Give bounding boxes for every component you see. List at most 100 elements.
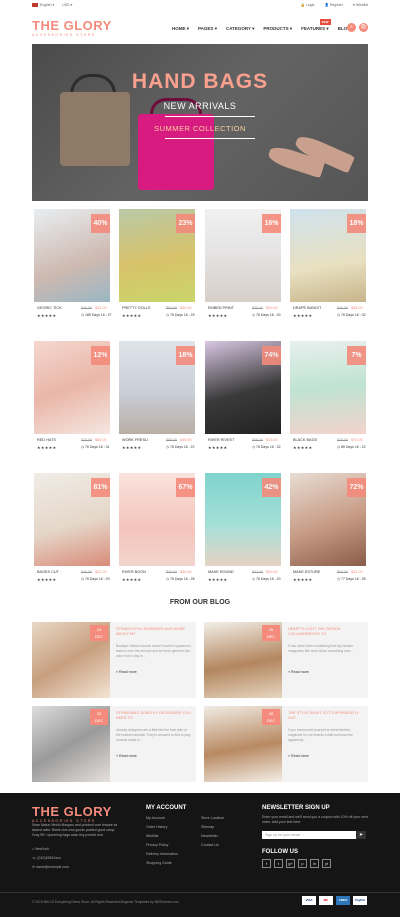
read-more-link[interactable]: Read more — [288, 754, 309, 758]
youtube-icon[interactable]: yt — [322, 859, 331, 868]
phone: ☏ (012)4563Xxxx — [32, 856, 61, 860]
login-link[interactable]: 🔒 Login — [301, 3, 315, 7]
blog-post[interactable]: 25 DEC HEART'S LIGHT THE DESIGN COLLABORA… — [204, 622, 368, 698]
product-card[interactable]: 7% BLACK BAGS $75.00 $70.00 ★★★★★ 85 Day… — [290, 341, 366, 469]
rating-stars: ★★★★★ — [208, 313, 228, 318]
price: $35.00 — [180, 570, 192, 574]
old-price: $75.00 — [337, 438, 348, 442]
discount-badge: 18% — [347, 214, 366, 233]
countdown-timer: 76 Days 16 : 29 — [166, 313, 195, 317]
footer-logo[interactable]: THE GLORY ACCESSORIES STORE — [32, 805, 112, 823]
search-icon[interactable]: ⌕ — [347, 23, 356, 32]
product-name[interactable]: WORK FRESLI — [122, 438, 148, 442]
nav-category[interactable]: CATEGORY ▾ — [226, 26, 254, 32]
product-card[interactable]: 42% MAKE ROUND $52.00 $30.00 ★★★★★ 76 Da… — [205, 473, 281, 601]
linkedin-icon[interactable]: in — [310, 859, 319, 868]
countdown-timer: 76 Days 16 : 32 — [252, 445, 281, 449]
read-more-link[interactable]: Read more — [116, 754, 137, 758]
countdown-timer: 185 Days 16 : 27 — [81, 313, 111, 317]
discount-badge: 42% — [262, 478, 281, 497]
footer-link[interactable]: Sitemap — [201, 823, 224, 832]
product-card[interactable]: 40% GEORIC TICK $46.00 $32.00 ★★★★★ 185 … — [34, 209, 112, 337]
blog-post[interactable]: 25 DEC STRIKENING JEWELRY DESIGNERS YOU N… — [32, 706, 196, 782]
twitter-icon[interactable]: t — [274, 859, 283, 868]
old-price: $46.00 — [337, 306, 348, 310]
old-price: $50.00 — [166, 306, 177, 310]
product-name[interactable]: BLACK BAGS — [293, 438, 317, 442]
blog-post[interactable]: 28 DEC THE STYLE RIGHT IS IT'S APPARENTLY… — [204, 706, 368, 782]
pinterest-icon[interactable]: p — [298, 859, 307, 868]
countdown-timer: 76 Days 16 : 20 — [252, 577, 281, 581]
nav-pages[interactable]: PAGES ▾ — [198, 26, 217, 32]
wishlist-link[interactable]: ♥ Wishlist — [353, 3, 368, 7]
product-name[interactable]: RIVER RIVEST — [208, 438, 234, 442]
product-card[interactable]: 67% RIVER BOON $45.00 $35.00 ★★★★★ 76 Da… — [119, 473, 195, 601]
product-card[interactable]: 74% RIVER RIVEST $38.00 $10.00 ★★★★★ 76 … — [205, 341, 281, 469]
read-more-link[interactable]: Read more — [288, 670, 309, 674]
rating-stars: ★★★★★ — [208, 577, 228, 582]
footer-link[interactable]: Store Location — [201, 814, 224, 823]
product-name[interactable]: EMBED PRINT — [208, 306, 234, 310]
product-card[interactable]: 72% MAKE ESTURE $60.00 $32.00 ★★★★★ 77 D… — [290, 473, 366, 601]
cart-icon[interactable]: 🛍 — [359, 23, 368, 32]
blog-title[interactable]: STRAIGHTFOL REMINDER AND MORE ABOUT MY — [116, 627, 192, 637]
newsletter-email-input[interactable]: Sign up for your email ... — [262, 831, 356, 839]
discount-badge: 74% — [262, 346, 281, 365]
product-name[interactable]: BAGES CUT — [37, 570, 59, 574]
product-card[interactable]: 12% RED HATS $70.00 $60.00 ★★★★★ 76 Days… — [34, 341, 110, 469]
logo[interactable]: THE GLORY ACCESSORIES STORE — [32, 19, 112, 37]
hero-banner[interactable]: HAND BAGS NEW ARRIVALS SUMMER COLLECTION — [32, 44, 368, 201]
send-icon[interactable]: ➤ — [356, 831, 366, 839]
blog-section-title: FROM OUR BLOG — [169, 599, 231, 606]
product-card[interactable]: 18% DRAPE BANGIT $46.00 $38.00 ★★★★★ 76 … — [290, 209, 366, 337]
blog-excerpt: If you announced yourself at street fash… — [288, 728, 353, 742]
home-icon: ⌂ — [32, 847, 35, 851]
product-name[interactable]: MAKE ROUND — [208, 570, 234, 574]
footer-link[interactable]: Wishlist — [146, 832, 178, 841]
language-selector[interactable]: English ▾ — [32, 3, 54, 8]
footer-link[interactable]: Privacy Policy — [146, 841, 178, 850]
footer-link[interactable]: Order History — [146, 823, 178, 832]
discount-badge: 12% — [91, 346, 110, 365]
product-name[interactable]: DRAPE BANGIT — [293, 306, 321, 310]
product-card[interactable]: 23% PRETTY DOLLS $50.00 $40.00 ★★★★★ 76 … — [119, 209, 195, 337]
blog-title[interactable]: STRIKENING JEWELRY DESIGNERS YOU NEED TO — [116, 711, 192, 721]
price: $22.00 — [95, 570, 107, 574]
facebook-icon[interactable]: f — [262, 859, 271, 868]
countdown-timer: 76 Days 16 : 30 — [252, 313, 281, 317]
nav-products[interactable]: PRODUCTS ▾ — [263, 26, 292, 32]
blog-post[interactable]: 24 DEC STRAIGHTFOL REMINDER AND MORE ABOU… — [32, 622, 196, 698]
discount-badge: 40% — [91, 214, 110, 233]
rating-stars: ★★★★★ — [37, 313, 57, 318]
email[interactable]: ✉ name@example.com — [32, 865, 69, 869]
footer-link[interactable]: Shopping Guide — [146, 859, 178, 868]
blog-title[interactable]: HEART'S LIGHT THE DESIGN COLLABORATION T… — [288, 627, 364, 637]
footer-link[interactable]: Contact Us — [201, 841, 224, 850]
footer-link[interactable]: Newsletter — [201, 832, 224, 841]
currency-selector[interactable]: USD ▾ — [62, 3, 72, 7]
footer-link[interactable]: Delivery Information — [146, 850, 178, 859]
blog-excerpt: Jewelry designers are a little like the … — [116, 728, 191, 742]
blog-title[interactable]: THE STYLE RIGHT IS IT'S APPARENTLY NOT — [288, 711, 364, 721]
my-account-links: My Account Order History Wishlist Privac… — [146, 814, 178, 868]
countdown-timer: 85 Days 16 : 22 — [337, 445, 366, 449]
google-plus-icon[interactable]: g+ — [286, 859, 295, 868]
register-link[interactable]: 👤 Register — [324, 3, 342, 7]
blog-date: 24 DEC — [90, 625, 108, 641]
product-name[interactable]: PRETTY DOLLS — [122, 306, 150, 310]
product-name[interactable]: MAKE ESTURE — [293, 570, 320, 574]
price: $30.00 — [266, 570, 278, 574]
product-card[interactable]: 18% WORK FRESLI $55.00 $45.00 ★★★★★ 76 D… — [119, 341, 195, 469]
product-card[interactable]: 81% BAGES CUT $40.00 $22.00 ★★★★★ 76 Day… — [34, 473, 110, 601]
nav-features[interactable]: FEATURES ▾ NEW — [301, 19, 331, 32]
old-price: $55.00 — [166, 438, 177, 442]
read-more-link[interactable]: Read more — [116, 670, 137, 674]
old-price: $40.00 — [81, 570, 92, 574]
product-card[interactable]: 16% EMBED PRINT $36.00 $30.00 ★★★★★ 76 D… — [205, 209, 281, 337]
price: $60.00 — [95, 438, 107, 442]
footer-link[interactable]: My Account — [146, 814, 178, 823]
nav-home[interactable]: HOME ▾ — [172, 26, 189, 32]
product-name[interactable]: RIVER BOON — [122, 570, 146, 574]
product-name[interactable]: GEORIC TICK — [37, 306, 62, 310]
product-name[interactable]: RED HATS — [37, 438, 56, 442]
